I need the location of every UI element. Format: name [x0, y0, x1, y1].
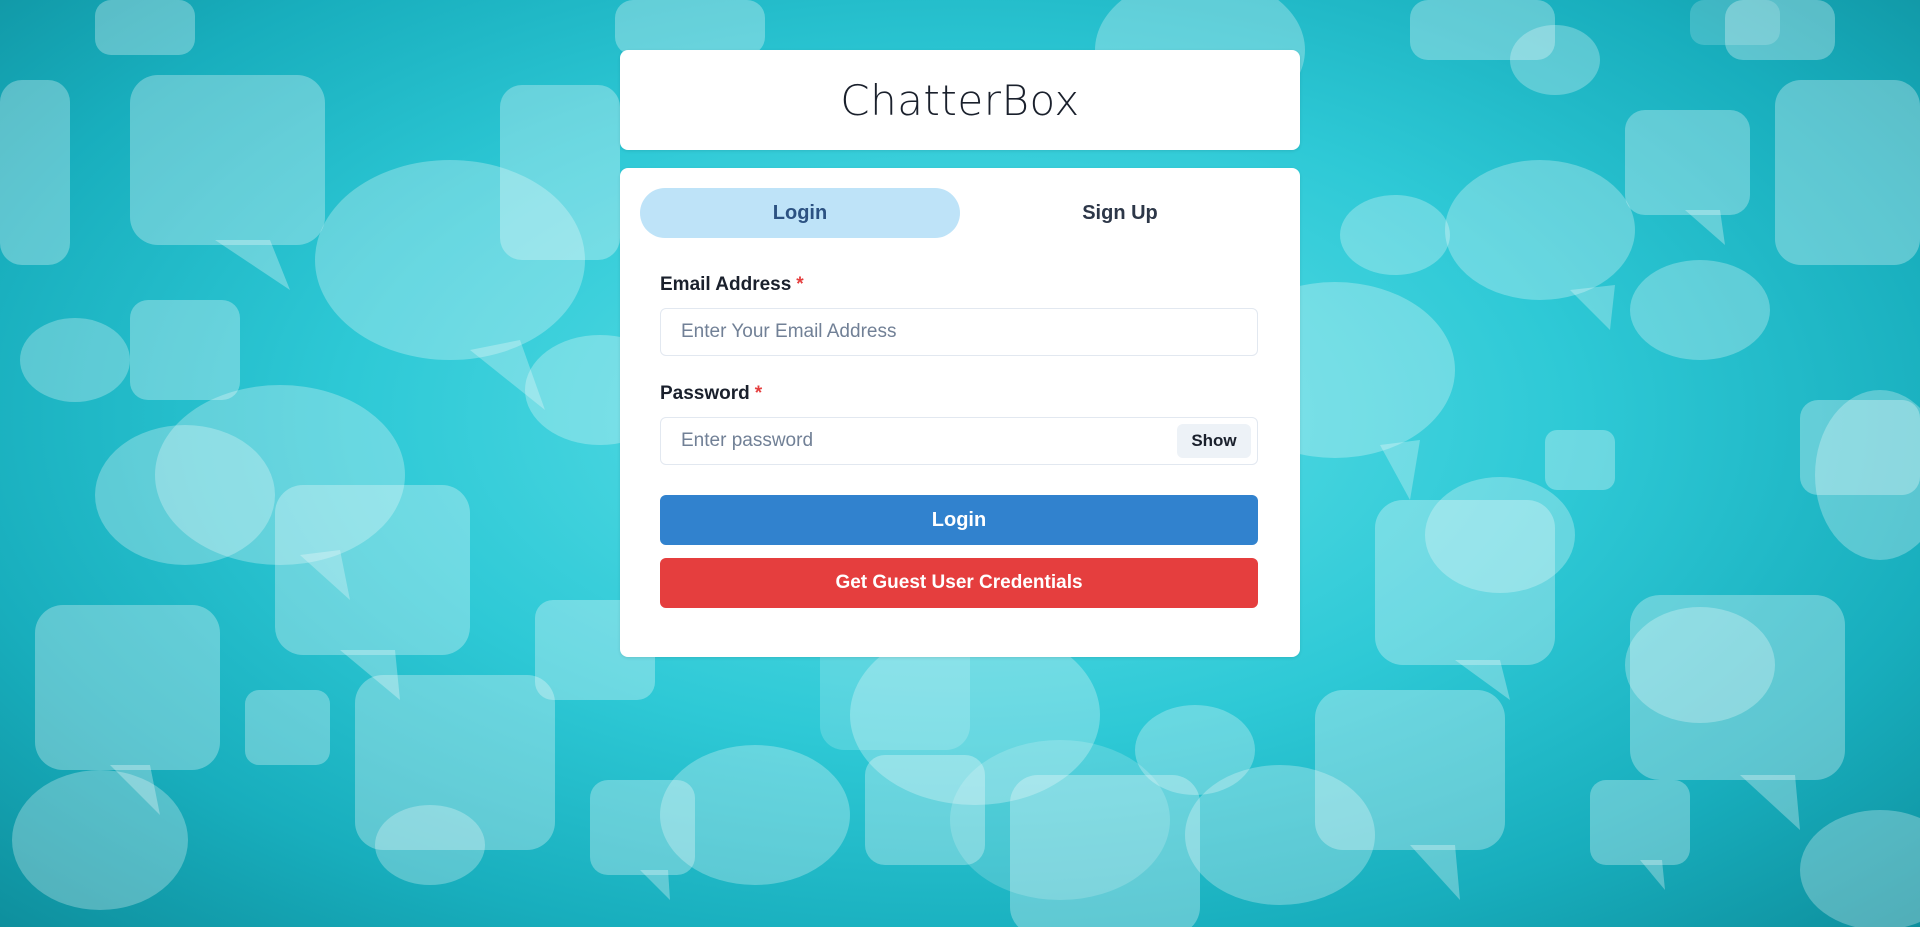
email-label: Email Address * — [660, 272, 1260, 298]
email-required-marker: * — [796, 274, 804, 295]
email-input[interactable] — [661, 309, 1257, 355]
tab-login[interactable]: Login — [640, 188, 960, 238]
email-field-wrapper — [660, 308, 1258, 356]
email-label-text: Email Address — [660, 274, 792, 295]
auth-tabs: Login Sign Up — [640, 188, 1280, 238]
login-button[interactable]: Login — [660, 495, 1258, 545]
password-input[interactable] — [661, 418, 1257, 464]
app-title: ChatterBox — [840, 75, 1080, 125]
guest-credentials-button[interactable]: Get Guest User Credentials — [660, 558, 1258, 608]
auth-card: Login Sign Up Email Address* Password* S… — [620, 168, 1300, 657]
password-label: Password * — [660, 381, 1260, 407]
login-form: Email Address* Password* Show Login Get … — [640, 272, 1280, 608]
title-card: ChatterBox — [620, 50, 1300, 150]
password-required-marker: * — [754, 383, 763, 404]
show-password-button[interactable]: Show — [1177, 424, 1251, 458]
password-label-text: Password — [660, 383, 750, 404]
tab-sign-up[interactable]: Sign Up — [960, 188, 1280, 238]
password-field-wrapper: Show — [660, 417, 1258, 465]
